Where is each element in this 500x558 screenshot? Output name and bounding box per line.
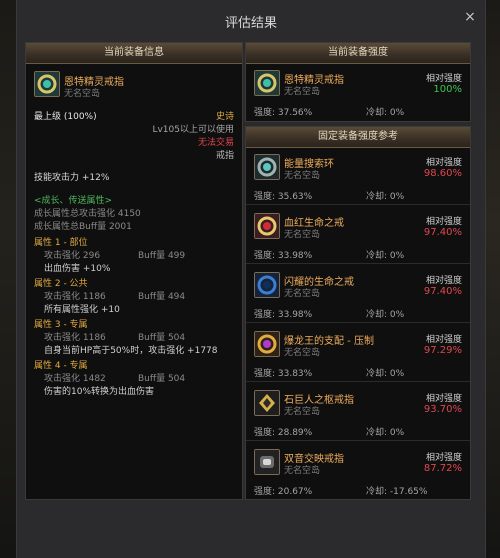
ent-elf-ring-icon	[254, 70, 280, 96]
fixed-equipment-reference-panel: 固定装备强度参考 能量搜索环 无名空岛 相对强度 98.60% 强度: 35.6…	[245, 126, 471, 500]
reference-item-row: 闪耀的生命之戒 无名空岛 相对强度 97.40% 强度: 33.98% 冷却: …	[246, 266, 470, 323]
attr-effect: 伤害的10%转换为出血伤害	[44, 387, 155, 397]
panel-header: 当前装备强度	[246, 43, 470, 64]
blue-ring-icon	[254, 272, 280, 298]
cooldown-value: 冷却: 0%	[366, 369, 405, 379]
item-location: 无名空岛	[284, 289, 321, 299]
attr-attack: 攻击强化 1482	[44, 374, 106, 384]
growth-header: <成长、传送属性>	[34, 196, 113, 206]
cooldown-value: 冷却: 0%	[366, 428, 405, 438]
relative-strength-label: 相对强度	[425, 276, 462, 286]
relative-strength-value: 100%	[433, 84, 462, 95]
relative-strength-label: 相对强度	[425, 74, 462, 84]
strength-value: 强度: 33.98%	[254, 310, 313, 320]
panel-header: 固定装备强度参考	[246, 127, 470, 148]
cooldown-value: 冷却: 0%	[366, 251, 405, 261]
attr-buff: Buff量 504	[138, 374, 186, 384]
strength-value: 强度: 33.98%	[254, 251, 313, 261]
relative-strength-label: 相对强度	[425, 158, 462, 168]
item-location: 无名空岛	[284, 466, 321, 476]
relative-strength-value: 98.60%	[423, 168, 462, 179]
reference-item-row: 双音交映戒指 无名空岛 相对强度 87.72% 强度: 20.67% 冷却: -…	[246, 443, 470, 499]
relative-strength-value: 97.40%	[423, 227, 462, 238]
item-location: 无名空岛	[64, 89, 101, 99]
cooldown-value: 冷却: 0%	[366, 192, 405, 202]
item-type: 戒指	[215, 151, 234, 161]
growth-total-attack: 成长属性总攻击强化 4150	[34, 209, 141, 219]
current-equipment-info-panel: 当前装备信息 恩特精灵戒指 无名空岛 最上级 (100%) 史诗 Lv105以上…	[25, 42, 243, 500]
skill-attack: 技能攻击力 +12%	[34, 173, 110, 183]
cooldown-value: 冷却: 0%	[366, 108, 405, 118]
reference-item-row: 血红生命之戒 无名空岛 相对强度 97.40% 强度: 33.98% 冷却: 0…	[246, 207, 470, 264]
level-requirement: Lv105以上可以使用	[152, 125, 234, 135]
attr-buff: Buff量 499	[138, 251, 186, 261]
attr-effect: 出血伤害 +10%	[44, 264, 111, 274]
close-icon[interactable]: ×	[463, 10, 477, 24]
trade-status: 无法交易	[197, 138, 234, 148]
cooldown-value: 冷却: -17.65%	[366, 487, 428, 497]
reference-item-row: 爆龙王的支配 - 压制 无名空岛 相对强度 97.29% 强度: 33.83% …	[246, 325, 470, 382]
item-location: 无名空岛	[284, 407, 321, 417]
attr-attack: 攻击强化 296	[44, 251, 101, 261]
evaluation-dialog: 评估结果 × 当前装备信息 恩特精灵戒指 无名空岛 最上级 (100%) 史诗 …	[16, 0, 486, 558]
dialog-title: 评估结果	[224, 16, 277, 31]
backdrop-left	[0, 0, 16, 558]
rarity: 史诗	[215, 112, 234, 122]
relative-strength-value: 87.72%	[423, 463, 462, 474]
golem-ring-icon	[254, 390, 280, 416]
item-location: 无名空岛	[284, 87, 321, 97]
attr-buff: Buff量 494	[138, 292, 186, 302]
reference-item-row: 能量搜索环 无名空岛 相对强度 98.60% 强度: 35.63% 冷却: 0%	[246, 148, 470, 205]
relative-strength-value: 93.70%	[423, 404, 462, 415]
relative-strength-label: 相对强度	[425, 394, 462, 404]
growth-total-buff: 成长属性总Buff量 2001	[34, 222, 132, 232]
current-equipment-strength-panel: 当前装备强度 恩特精灵戒指 无名空岛 相对强度 100% 强度: 37.56% …	[245, 42, 471, 122]
relative-strength-value: 97.29%	[423, 345, 462, 356]
teal-ring-icon	[254, 154, 280, 180]
dragon-ring-icon	[254, 331, 280, 357]
dual-tone-ring-icon	[254, 449, 280, 475]
attr-attack: 攻击强化 1186	[44, 292, 106, 302]
relative-strength-label: 相对强度	[425, 335, 462, 345]
item-location: 无名空岛	[284, 348, 321, 358]
relative-strength-value: 97.40%	[423, 286, 462, 297]
cooldown-value: 冷却: 0%	[366, 310, 405, 320]
relative-strength-label: 相对强度	[425, 453, 462, 463]
crimson-ring-icon	[254, 213, 280, 239]
attr-title: 属性 4 - 专属	[34, 361, 88, 371]
grade-level: 最上级 (100%)	[34, 112, 97, 122]
strength-value: 强度: 28.89%	[254, 428, 313, 438]
current-item-row: 恩特精灵戒指 无名空岛 相对强度 100% 强度: 37.56% 冷却: 0%	[246, 64, 470, 120]
item-location: 无名空岛	[284, 230, 321, 240]
relative-strength-label: 相对强度	[425, 217, 462, 227]
strength-value: 强度: 20.67%	[254, 487, 313, 497]
attr-buff: Buff量 504	[138, 333, 186, 343]
attr-attack: 攻击强化 1186	[44, 333, 106, 343]
strength-value: 强度: 35.63%	[254, 192, 313, 202]
item-icon	[34, 71, 60, 97]
attr-title: 属性 1 - 部位	[34, 238, 88, 248]
attr-effect: 自身当前HP高于50%时，攻击强化 +1778	[44, 346, 218, 356]
strength-value: 强度: 33.83%	[254, 369, 313, 379]
item-location: 无名空岛	[284, 171, 321, 181]
attr-title: 属性 3 - 专属	[34, 320, 88, 330]
attr-effect: 所有属性强化 +10	[44, 305, 120, 315]
backdrop-right	[484, 0, 500, 558]
panel-header: 当前装备信息	[26, 43, 242, 64]
strength-value: 强度: 37.56%	[254, 108, 313, 118]
attr-title: 属性 2 - 公共	[34, 279, 88, 289]
reference-item-row: 石巨人之枢戒指 无名空岛 相对强度 93.70% 强度: 28.89% 冷却: …	[246, 384, 470, 441]
